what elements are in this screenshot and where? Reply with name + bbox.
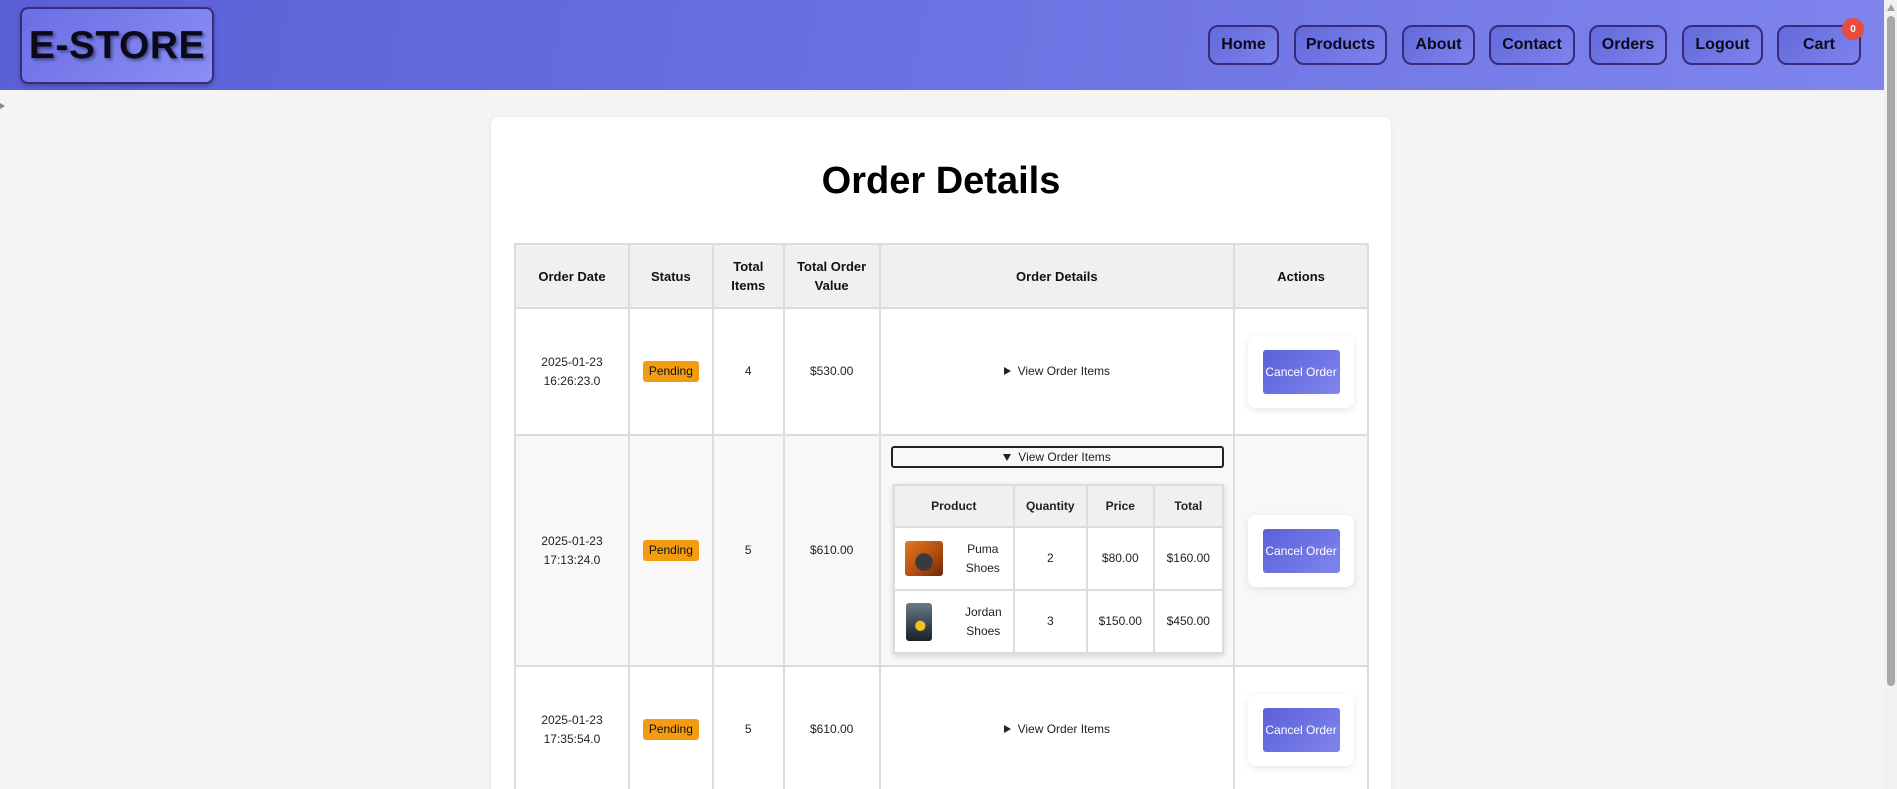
tiny-marker bbox=[0, 103, 5, 109]
col-product: Product bbox=[892, 484, 1016, 528]
expand-triangle-icon bbox=[1003, 367, 1011, 376]
nav-orders-button[interactable]: Orders bbox=[1589, 25, 1667, 65]
view-order-items-label: View Order Items bbox=[1017, 721, 1111, 736]
nav-cart-button[interactable]: Cart 0 bbox=[1777, 18, 1864, 65]
order-total-value: $530.00 bbox=[782, 307, 881, 436]
action-box: Cancel Order bbox=[1248, 514, 1355, 587]
store-logo[interactable]: E-STORE bbox=[20, 7, 214, 84]
order-status-cell: Pending bbox=[627, 434, 714, 667]
order-total-items: 5 bbox=[711, 665, 785, 789]
item-price: $80.00 bbox=[1085, 526, 1156, 591]
col-price: Price bbox=[1085, 484, 1156, 528]
order-total-items: 5 bbox=[711, 434, 785, 667]
page-scrollbar[interactable] bbox=[1884, 0, 1897, 789]
logo-text: E-STORE bbox=[28, 23, 206, 67]
puma-shoes-image bbox=[904, 541, 943, 576]
navbar: E-STORE Home Products About Contact Orde… bbox=[0, 0, 1884, 90]
col-total-value: Total Order Value bbox=[782, 243, 881, 309]
collapse-triangle-icon bbox=[1003, 453, 1012, 461]
view-order-items-toggle[interactable]: View Order Items bbox=[1003, 720, 1111, 739]
status-badge: Pending bbox=[642, 719, 699, 740]
jordan-shoes-image bbox=[905, 602, 932, 641]
order-row: 2025-01-23 17:35:54.0 Pending 5 $610.00 … bbox=[514, 665, 1369, 789]
order-row: 2025-01-23 17:13:24.0 Pending 5 $610.00 … bbox=[514, 434, 1369, 667]
col-order-date: Order Date bbox=[514, 243, 630, 309]
item-quantity: 2 bbox=[1013, 526, 1088, 591]
col-status: Status bbox=[627, 243, 714, 309]
view-order-items-label: View Order Items bbox=[1018, 449, 1111, 464]
order-status-cell: Pending bbox=[627, 665, 714, 789]
status-badge: Pending bbox=[642, 361, 699, 382]
action-box: Cancel Order bbox=[1248, 693, 1355, 766]
item-total: $160.00 bbox=[1153, 526, 1224, 591]
order-date: 2025-01-23 16:26:23.0 bbox=[514, 307, 630, 436]
order-details-cell: View Order Items Product Quantity Price … bbox=[878, 434, 1236, 667]
col-order-details: Order Details bbox=[878, 243, 1236, 309]
order-actions-cell: Cancel Order bbox=[1233, 665, 1369, 789]
nav-products-button[interactable]: Products bbox=[1294, 25, 1387, 65]
order-date: 2025-01-23 17:13:24.0 bbox=[514, 434, 630, 667]
order-total-value: $610.00 bbox=[782, 665, 881, 789]
view-order-items-label: View Order Items bbox=[1017, 363, 1111, 378]
order-total-items: 4 bbox=[711, 307, 785, 436]
order-details-cell: View Order Items bbox=[878, 665, 1236, 789]
cart-count-badge: 0 bbox=[1842, 18, 1864, 40]
col-total-items: Total Items bbox=[711, 243, 785, 309]
status-badge: Pending bbox=[642, 540, 699, 561]
view-order-items-toggle[interactable]: View Order Items bbox=[890, 446, 1224, 468]
order-status-cell: Pending bbox=[627, 307, 714, 436]
item-product-name: Puma Shoes bbox=[965, 541, 1000, 575]
nav-logout-button[interactable]: Logout bbox=[1682, 25, 1763, 65]
items-header-row: Product Quantity Price Total bbox=[892, 484, 1224, 528]
col-quantity: Quantity bbox=[1013, 484, 1088, 528]
orders-header-row: Order Date Status Total Items Total Orde… bbox=[514, 243, 1369, 309]
order-details-card: Order Details Order Date Status Total It… bbox=[491, 117, 1391, 789]
order-row: 2025-01-23 16:26:23.0 Pending 4 $530.00 … bbox=[514, 307, 1369, 436]
item-product-name: Jordan Shoes bbox=[964, 604, 1002, 638]
order-total-value: $610.00 bbox=[782, 434, 881, 667]
orders-table: Order Date Status Total Items Total Orde… bbox=[514, 243, 1369, 789]
order-actions-cell: Cancel Order bbox=[1233, 307, 1369, 436]
order-actions-cell: Cancel Order bbox=[1233, 434, 1369, 667]
item-row: Puma Shoes 2 $80.00 $160.00 bbox=[892, 526, 1224, 591]
item-product-cell: Jordan Shoes bbox=[892, 589, 1016, 654]
order-items-expanded: View Order Items Product Quantity Price … bbox=[881, 436, 1234, 663]
cancel-order-button[interactable]: Cancel Order bbox=[1262, 349, 1340, 394]
order-items-table: Product Quantity Price Total Puma Shoes … bbox=[892, 484, 1224, 654]
col-total: Total bbox=[1153, 484, 1224, 528]
scroll-up-arrow-icon[interactable] bbox=[1887, 4, 1895, 11]
item-quantity: 3 bbox=[1013, 589, 1088, 654]
view-order-items-toggle[interactable]: View Order Items bbox=[1003, 362, 1111, 381]
nav-about-button[interactable]: About bbox=[1402, 25, 1475, 65]
expand-triangle-icon bbox=[1003, 725, 1011, 734]
nav-home-button[interactable]: Home bbox=[1208, 25, 1279, 65]
item-product-cell: Puma Shoes bbox=[892, 526, 1016, 591]
order-details-cell: View Order Items bbox=[878, 307, 1236, 436]
nav-contact-button[interactable]: Contact bbox=[1489, 25, 1575, 65]
cart-label: Cart bbox=[1802, 36, 1835, 53]
col-actions: Actions bbox=[1233, 243, 1369, 309]
scroll-thumb[interactable] bbox=[1887, 16, 1895, 686]
page-title: Order Details bbox=[821, 160, 1061, 202]
order-date: 2025-01-23 17:35:54.0 bbox=[514, 665, 630, 789]
item-row: Jordan Shoes 3 $150.00 $450.00 bbox=[892, 589, 1224, 654]
action-box: Cancel Order bbox=[1248, 335, 1355, 408]
cancel-order-button[interactable]: Cancel Order bbox=[1262, 528, 1340, 573]
item-price: $150.00 bbox=[1085, 589, 1156, 654]
item-total: $450.00 bbox=[1153, 589, 1224, 654]
cancel-order-button[interactable]: Cancel Order bbox=[1262, 707, 1340, 752]
